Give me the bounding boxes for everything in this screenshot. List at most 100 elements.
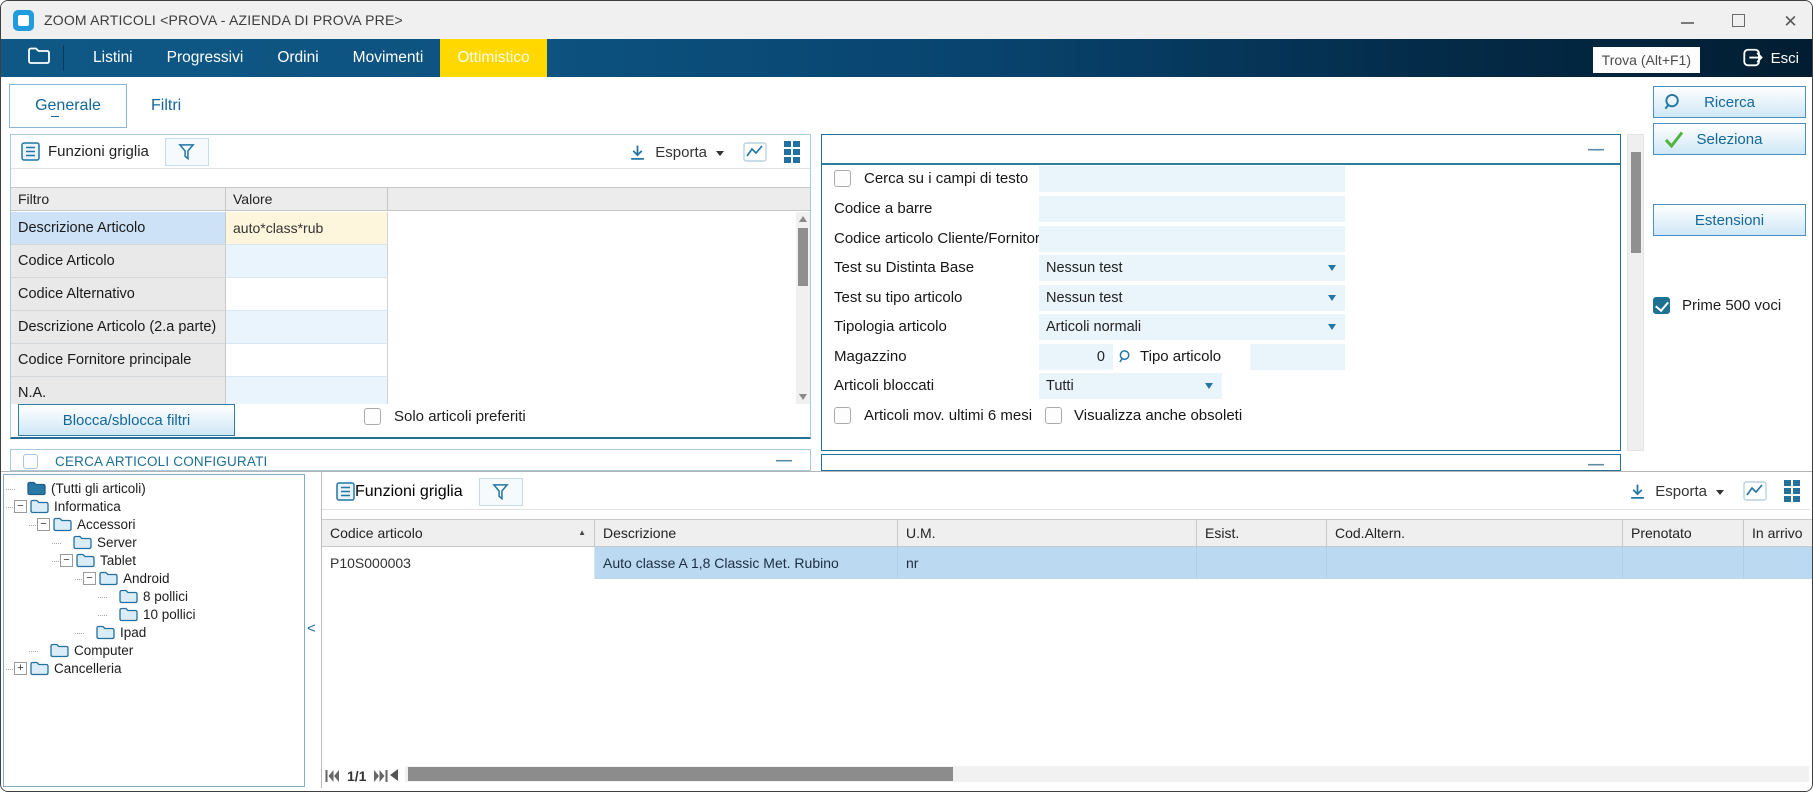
cerca-campi-input[interactable] xyxy=(1039,166,1345,192)
folder-icon xyxy=(53,517,72,532)
form-row-cerca-campi: Cerca su i campi di testo xyxy=(822,165,1620,192)
scroll-up-icon[interactable] xyxy=(799,216,807,222)
magazzino-lookup-icon[interactable] xyxy=(1118,349,1133,364)
blocca-sblocca-filtri-button[interactable]: Blocca/sblocca filtri xyxy=(18,404,235,436)
minimize-icon[interactable] xyxy=(1681,16,1694,24)
filter-value-cell[interactable] xyxy=(226,278,388,311)
find-shortcut-box[interactable]: Trova (Alt+F1) xyxy=(1593,47,1700,73)
menubar: ListiniProgressiviOrdiniMovimentiOttimis… xyxy=(1,39,1812,77)
menu-item-listini[interactable]: Listini xyxy=(76,39,150,77)
close-icon[interactable]: ✕ xyxy=(1783,13,1798,28)
tree-item-10-pollici[interactable]: 10 pollici xyxy=(4,606,304,624)
exit-button[interactable]: Esci xyxy=(1742,45,1799,71)
tree-item-tutti-gli-articoli[interactable]: (Tutti gli articoli) xyxy=(4,480,304,498)
column-header-filtro[interactable]: Filtro xyxy=(11,188,226,210)
filter-row-n-a[interactable]: N.A. xyxy=(11,377,796,404)
right-area-scrollbar[interactable] xyxy=(1627,134,1644,451)
export-caret-icon[interactable] xyxy=(1716,490,1724,495)
filter-funnel-button[interactable] xyxy=(479,478,523,506)
grid-view-icon[interactable] xyxy=(784,141,800,163)
folder-menu-icon[interactable] xyxy=(27,46,51,70)
filter-value-cell[interactable] xyxy=(226,311,388,344)
table-row[interactable]: P10S000003Auto classe A 1,8 Classic Met.… xyxy=(322,547,1813,579)
tree-item-server[interactable]: Server xyxy=(4,534,304,552)
filter-row-codice-alternativo[interactable]: Codice Alternativo xyxy=(11,278,796,311)
filter-funnel-button[interactable] xyxy=(165,138,209,166)
codice-barre-input[interactable] xyxy=(1039,196,1345,222)
filter-value-cell[interactable]: auto*class*rub xyxy=(226,212,388,245)
tipo-articolo-input[interactable] xyxy=(1250,344,1345,370)
ricerca-button[interactable]: Ricerca xyxy=(1653,86,1806,118)
cerca-configurati-checkbox[interactable] xyxy=(23,454,38,469)
tree-item-cancelleria[interactable]: +Cancelleria xyxy=(4,660,304,678)
filter-value-cell[interactable] xyxy=(226,245,388,278)
magazzino-input[interactable]: 0 xyxy=(1039,344,1113,370)
filter-row-codice-articolo[interactable]: Codice Articolo xyxy=(11,245,796,278)
last-page-icon[interactable] xyxy=(374,770,388,782)
menu-item-ordini[interactable]: Ordini xyxy=(260,39,335,77)
collapse-panel-icon[interactable]: — xyxy=(1588,457,1604,471)
column-header-u-m[interactable]: U.M. xyxy=(898,519,1197,547)
collapse-panel-icon[interactable]: — xyxy=(776,453,792,469)
column-header-esist[interactable]: Esist. xyxy=(1197,519,1327,547)
first-page-icon[interactable] xyxy=(325,770,339,782)
test-distinta-select[interactable]: Nessun test xyxy=(1039,255,1345,281)
column-header-cod-altern[interactable]: Cod.Altern. xyxy=(1327,519,1623,547)
tipologia-select[interactable]: Articoli normali xyxy=(1039,314,1345,340)
column-header-descrizione[interactable]: Descrizione xyxy=(595,519,898,547)
tree-expander-plus-icon[interactable]: + xyxy=(14,662,27,675)
column-header-valore[interactable]: Valore xyxy=(226,188,388,210)
collapse-panel-icon[interactable]: — xyxy=(1588,142,1604,158)
filter-row-descrizione-articolo[interactable]: Descrizione Articoloauto*class*rub xyxy=(11,212,796,245)
seleziona-button[interactable]: Seleziona xyxy=(1653,123,1806,155)
tree-item-informatica[interactable]: −Informatica xyxy=(4,498,304,516)
chart-icon[interactable] xyxy=(1743,481,1767,501)
mov-6-mesi-checkbox[interactable] xyxy=(834,407,851,424)
tree-item-ipad[interactable]: Ipad xyxy=(4,624,304,642)
scrollbar-thumb[interactable] xyxy=(408,767,953,781)
scrollbar-thumb[interactable] xyxy=(1631,152,1641,253)
test-tipo-select[interactable]: Nessun test xyxy=(1039,285,1345,311)
filter-row-descrizione-articolo-2-a-parte[interactable]: Descrizione Articolo (2.a parte) xyxy=(11,311,796,344)
cerca-campi-checkbox[interactable] xyxy=(834,170,851,187)
obsoleti-checkbox[interactable] xyxy=(1045,407,1062,424)
maximize-icon[interactable] xyxy=(1732,14,1745,27)
grid-functions-icon xyxy=(21,142,40,161)
export-label[interactable]: Esporta xyxy=(655,144,707,161)
grid-view-icon[interactable] xyxy=(1784,480,1800,502)
tree-expander-minus-icon[interactable]: − xyxy=(37,518,50,531)
tree-item-tablet[interactable]: −Tablet xyxy=(4,552,304,570)
menu-item-ottimistico[interactable]: Ottimistico xyxy=(440,39,546,77)
column-header-codice-articolo[interactable]: Codice articolo▲ xyxy=(322,519,595,547)
horizontal-scrollbar[interactable] xyxy=(405,766,1809,782)
column-header-prenotato[interactable]: Prenotato xyxy=(1623,519,1744,547)
bloccati-select[interactable]: Tutti xyxy=(1039,373,1222,399)
chart-icon[interactable] xyxy=(743,142,767,162)
scroll-down-icon[interactable] xyxy=(799,394,807,400)
column-header-in-arrivo[interactable]: In arrivo xyxy=(1744,519,1813,547)
scrollbar-thumb[interactable] xyxy=(798,228,808,286)
tree-item-8-pollici[interactable]: 8 pollici xyxy=(4,588,304,606)
tree-item-android[interactable]: −Android xyxy=(4,570,304,588)
tree-expander-minus-icon[interactable]: − xyxy=(14,500,27,513)
tree-item-computer[interactable]: Computer xyxy=(4,642,304,660)
filter-value-cell[interactable] xyxy=(226,377,388,404)
tree-expander-minus-icon[interactable]: − xyxy=(60,554,73,567)
tree-expander-minus-icon[interactable]: − xyxy=(83,572,96,585)
filter-row-codice-fornitore-principale[interactable]: Codice Fornitore principale xyxy=(11,344,796,377)
tree-item-accessori[interactable]: −Accessori xyxy=(4,516,304,534)
tab-filtri[interactable]: Filtri xyxy=(151,97,181,115)
tab-generale[interactable]: Generale xyxy=(9,84,127,128)
prime-500-checkbox[interactable] xyxy=(1653,297,1670,314)
codice-cliente-input[interactable] xyxy=(1039,226,1345,252)
export-label[interactable]: Esporta xyxy=(1655,483,1707,500)
menu-item-movimenti[interactable]: Movimenti xyxy=(336,39,441,77)
tree-collapse-handle[interactable]: < xyxy=(307,620,316,637)
solo-preferiti-checkbox[interactable] xyxy=(364,408,381,425)
menu-item-progressivi[interactable]: Progressivi xyxy=(150,39,261,77)
filter-scrollbar[interactable] xyxy=(796,212,810,404)
filter-value-cell[interactable] xyxy=(226,344,388,377)
scroll-left-icon[interactable] xyxy=(389,769,399,781)
export-caret-icon[interactable] xyxy=(716,151,724,156)
estensioni-button[interactable]: Estensioni xyxy=(1653,204,1806,236)
